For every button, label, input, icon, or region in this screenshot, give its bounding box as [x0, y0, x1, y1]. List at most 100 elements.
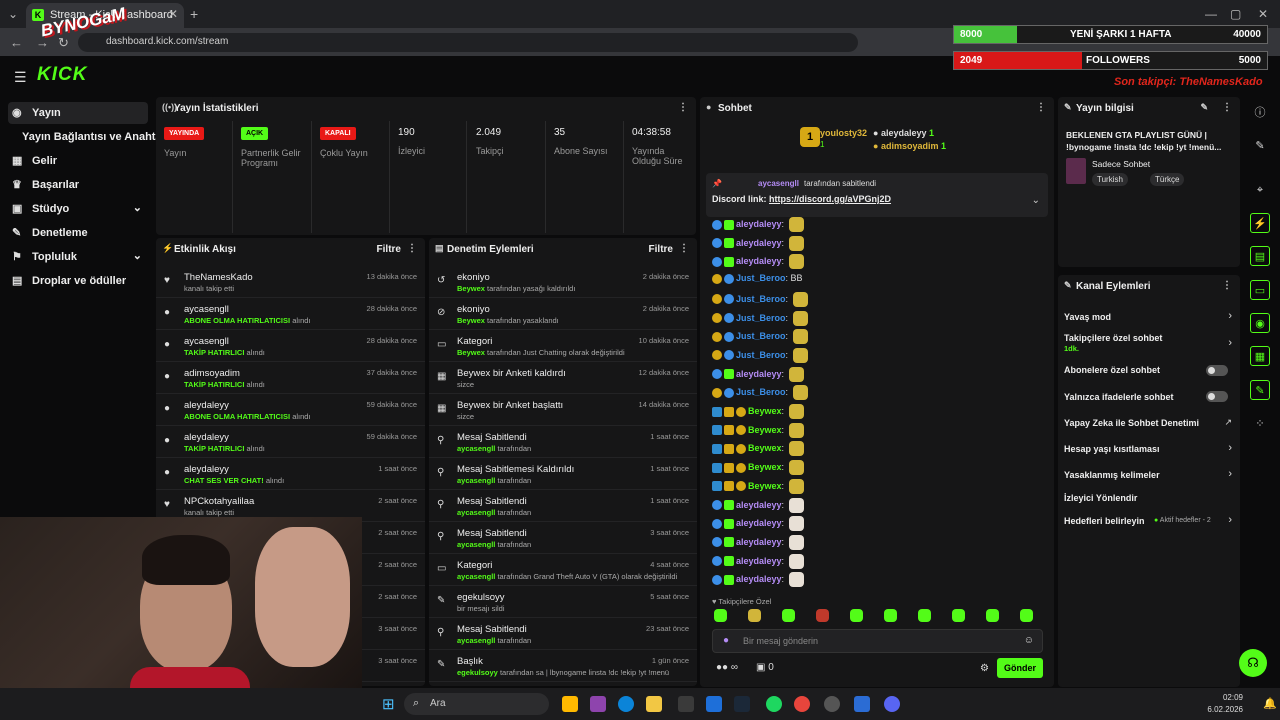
chat-message[interactable]: Just_Beroo: BB	[712, 273, 803, 291]
taskbar-explorer-icon[interactable]	[646, 696, 662, 712]
category-name[interactable]: Sadece Sohbet	[1092, 159, 1150, 169]
moderation-actor[interactable]: aycasengll	[457, 540, 495, 549]
moderation-row[interactable]: ⚲ Mesaj Sabitlendi aycasengll tarafından 3 …	[429, 522, 697, 554]
chat-message[interactable]: Just_Beroo:	[712, 291, 808, 310]
pinned-link[interactable]: https://discord.gg/aVPGnj2D	[769, 194, 891, 204]
top-gifter-second[interactable]: ● aleydaleyy 1	[873, 128, 934, 138]
chat-username[interactable]: aleydaleyy	[736, 256, 782, 266]
activity-user[interactable]: adimsoyadim	[184, 368, 240, 379]
chat-input[interactable]: ● Bir mesaj gönderin ☺	[712, 629, 1043, 653]
moderation-row[interactable]: ⊘ ekoniyo Beywex tarafından yasaklandı 2 da…	[429, 298, 697, 330]
taskbar-spotify-icon[interactable]	[766, 696, 782, 712]
activity-user[interactable]: aycasengll	[184, 336, 229, 347]
taskbar-mail-icon[interactable]	[706, 696, 722, 712]
chat-message[interactable]: aleydaleyy:	[712, 534, 804, 553]
sidebar-item-topluluk[interactable]: ⚑ Topluluk ⌄	[8, 246, 148, 268]
sidebar-item-yayin[interactable]: ◉ Yayın	[8, 102, 148, 124]
moderation-actor[interactable]: Beywex	[457, 284, 485, 293]
chat-message[interactable]: Just_Beroo:	[712, 329, 808, 347]
activity-row[interactable]: ● aycasengll ABONE OLMA HATIRLATICISI alın…	[156, 298, 425, 330]
sidebar-item-basarilar[interactable]: ♛ Başarılar	[8, 174, 148, 196]
sidebar-item-droplar[interactable]: ▤ Droplar ve ödüller	[8, 270, 148, 292]
moderation-row[interactable]: ▦ Beywex bir Anket başlattı sizce 14 dakika…	[429, 394, 697, 426]
chat-username[interactable]: aleydaleyy	[736, 238, 782, 248]
chat-username[interactable]: Just_Beroo	[736, 387, 786, 397]
external-link-icon[interactable]: ↗	[1224, 417, 1232, 428]
activity-user[interactable]: aleydaleyy	[184, 464, 229, 475]
chat-message[interactable]: aleydaleyy:	[712, 254, 804, 272]
emoji-icon[interactable]: ☺	[1024, 635, 1034, 646]
action-raid[interactable]: İzleyici Yönlendir	[1064, 493, 1137, 503]
moderation-row[interactable]: ⚲ Mesaj Sabitlendi aycasengll tarafından 1 …	[429, 490, 697, 522]
emote-icon[interactable]	[884, 609, 897, 622]
taskbar-search[interactable]: ⌕ Ara	[404, 693, 549, 715]
chat-message[interactable]: aleydaleyy:	[712, 366, 804, 385]
toggle-subs-only[interactable]	[1206, 365, 1228, 376]
activity-row[interactable]: ♥ TheNamesKado kanalı takip etti 13 dakika …	[156, 266, 425, 298]
moderation-row[interactable]: ⚲ Mesaj Sabitlendi aycasengll tarafından 23…	[429, 618, 697, 650]
chat-message[interactable]: aleydaleyy:	[712, 235, 804, 254]
chat-message[interactable]: aleydaleyy:	[712, 572, 804, 590]
new-tab-icon[interactable]: +	[190, 7, 198, 21]
gear-icon[interactable]: ⚙	[980, 663, 989, 674]
focus-icon[interactable]: ⌖	[1250, 180, 1270, 200]
chat-username[interactable]: aleydaleyy	[736, 219, 782, 229]
moderation-row[interactable]: ✎ Başlık egekulsoyy tarafından sa | lbynog…	[429, 650, 697, 682]
edit-icon[interactable]: ✎	[1200, 102, 1208, 113]
emote-icon[interactable]	[1020, 609, 1033, 622]
moderation-actor[interactable]: aycasengll	[457, 636, 495, 645]
mic-icon[interactable]: ●	[723, 635, 729, 646]
taskbar-chrome-icon[interactable]	[794, 696, 810, 712]
address-bar[interactable]: dashboard.kick.com/stream	[78, 33, 858, 52]
chat-username[interactable]: Beywex	[748, 406, 782, 416]
activity-row[interactable]: ● aleydaleyy TAKİP HATIRLICI alındı 59 daki…	[156, 426, 425, 458]
moderation-actor[interactable]: egekulsoyy	[457, 668, 498, 677]
more-icon[interactable]: ⁘	[1250, 414, 1270, 434]
headset-support-icon[interactable]: ☊	[1239, 649, 1267, 677]
moderation-row[interactable]: ⚲ Mesaj Sabitlendi aycasengll tarafından 1 …	[429, 426, 697, 458]
activity-row[interactable]: ● aycasengll TAKİP HATIRLICI alındı 28 daki…	[156, 330, 425, 362]
chat-username[interactable]: Just_Beroo	[736, 350, 786, 360]
chat-message[interactable]: Just_Beroo:	[712, 347, 808, 366]
more-options-icon[interactable]: ⋮	[1222, 102, 1232, 113]
action-slow-mode[interactable]: Yavaş mod	[1064, 312, 1111, 322]
more-options-icon[interactable]: ⋮	[1036, 102, 1046, 113]
windows-start-icon[interactable]: ⊞	[382, 695, 395, 713]
chat-username[interactable]: Beywex	[748, 443, 782, 453]
chat-username[interactable]: Beywex	[748, 462, 782, 472]
tag-turkish[interactable]: Turkish	[1092, 173, 1128, 186]
chat-username[interactable]: aleydaleyy	[736, 499, 782, 509]
activity-row[interactable]: ● aleydaleyy ABONE OLMA HATIRLATICISI alın…	[156, 394, 425, 426]
toggle-emote-only[interactable]	[1206, 391, 1228, 402]
chevron-down-icon[interactable]: ⌄	[1032, 195, 1040, 206]
chat-message[interactable]: aleydaleyy:	[712, 497, 804, 516]
close-window-icon[interactable]: ✕	[1258, 8, 1268, 20]
close-tab-icon[interactable]: ✕	[168, 8, 178, 20]
moderation-row[interactable]: ▦ Beywex bir Anketi kaldırdı sizce 12 dakik…	[429, 362, 697, 394]
sidebar-item-studyo[interactable]: ▣ Stüdyo ⌄	[8, 198, 148, 220]
activity-row[interactable]: ● adimsoyadim TAKİP HATIRLICI alındı 37 dak…	[156, 362, 425, 394]
moderation-row[interactable]: ▭ Kategori Beywex tarafından Just Chatting…	[429, 330, 697, 362]
action-subs-only[interactable]: Abonelere özel sohbet	[1064, 365, 1160, 375]
activity-user[interactable]: aleydaleyy	[184, 400, 229, 411]
chat-message[interactable]: Beywex:	[712, 404, 804, 422]
chat-message[interactable]: Just_Beroo:	[712, 385, 808, 403]
moderation-row[interactable]: ✎ egekulsoyy bir mesajı sildi 5 saat önce	[429, 586, 697, 618]
moderation-actor[interactable]: Beywex	[457, 316, 485, 325]
broadcast-icon[interactable]: ◉	[1250, 313, 1270, 333]
action-banned-words[interactable]: Yasaklanmış kelimeler	[1064, 470, 1160, 480]
chat-username[interactable]: Just_Beroo	[736, 294, 786, 304]
sidebar-item-gelir[interactable]: ▦ Gelir	[8, 150, 148, 172]
chat-message[interactable]: aleydaleyy:	[712, 217, 804, 235]
emote-icon[interactable]	[816, 609, 829, 622]
moderation-row[interactable]: ⚲ Mesaj Sabitlemesi Kaldırıldı aycasengll …	[429, 458, 697, 490]
action-account-age[interactable]: Hesap yaşı kısıtlaması	[1064, 444, 1160, 454]
taskbar-obs-icon[interactable]	[824, 696, 840, 712]
moderation-row[interactable]: ↺ ekoniyo Beywex tarafından yasağı kaldırı…	[429, 266, 697, 298]
chevron-right-icon[interactable]: ›	[1228, 468, 1232, 480]
taskbar-copilot-icon[interactable]	[590, 696, 606, 712]
more-options-icon[interactable]: ⋮	[1222, 280, 1232, 291]
chat-message[interactable]: Beywex:	[712, 422, 804, 441]
pinned-message[interactable]: 📌 aycasengll tarafından sabitlendi Disco…	[706, 173, 1048, 217]
chat-username[interactable]: aleydaleyy	[736, 518, 782, 528]
